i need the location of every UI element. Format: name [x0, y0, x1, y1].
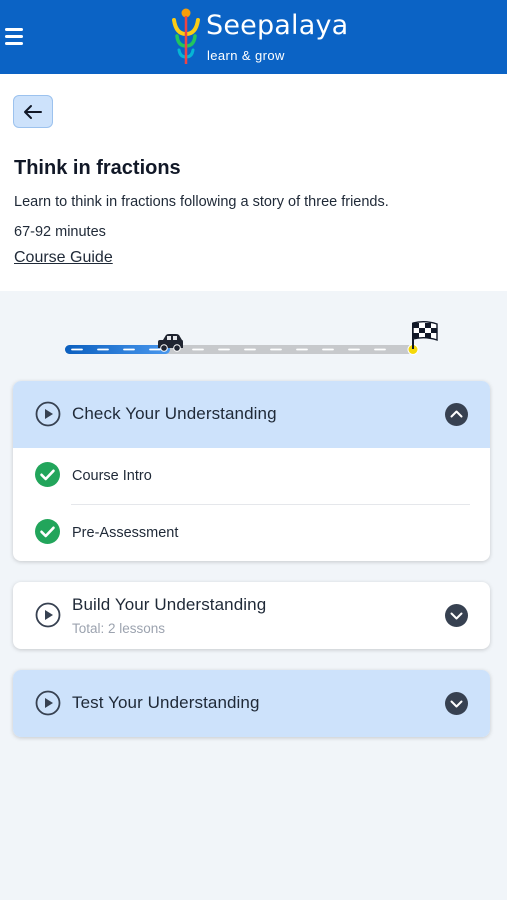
chevron-down-icon[interactable] — [445, 692, 468, 715]
logo[interactable]: Seepalaya learn & grow — [168, 4, 358, 68]
section-title: Build Your Understanding — [72, 595, 267, 614]
checkered-flag-icon — [412, 321, 438, 349]
play-circle-icon — [35, 690, 61, 716]
chevron-down-icon[interactable] — [445, 604, 468, 627]
progress-road — [65, 321, 438, 355]
app-header: Seepalaya learn & grow — [0, 0, 507, 74]
section-header-check-understanding[interactable]: Check Your Understanding — [13, 381, 490, 448]
course-guide-link[interactable]: Course Guide — [14, 249, 113, 267]
brand-name: Seepalaya — [206, 10, 349, 41]
check-circle-icon — [35, 519, 60, 544]
section-check-understanding: Check Your Understanding Course Intro Pr… — [13, 381, 490, 561]
chevron-up-icon[interactable] — [445, 403, 468, 426]
course-description: Learn to think in fractions following a … — [14, 194, 389, 210]
arrow-left-icon — [24, 104, 42, 119]
page-title: Think in fractions — [14, 157, 181, 179]
lesson-label: Pre-Assessment — [72, 525, 179, 541]
course-progress-track — [63, 318, 443, 360]
lesson-item-pre-assessment[interactable]: Pre-Assessment — [13, 505, 490, 561]
play-circle-icon — [35, 602, 61, 628]
section-build-understanding: Build Your Understanding Total: 2 lesson… — [13, 582, 490, 649]
back-button[interactable] — [13, 95, 53, 128]
section-subtitle: Total: 2 lessons — [72, 621, 166, 636]
course-header: Think in fractions Learn to think in fra… — [0, 74, 507, 291]
course-duration: 67-92 minutes — [14, 224, 106, 240]
hamburger-icon[interactable] — [5, 28, 25, 46]
check-circle-icon — [35, 462, 60, 487]
lesson-label: Course Intro — [72, 468, 152, 484]
lesson-item-course-intro[interactable]: Course Intro — [13, 448, 490, 504]
section-test-understanding: Test Your Understanding — [13, 670, 490, 737]
play-circle-icon — [35, 401, 61, 427]
section-title: Check Your Understanding — [72, 404, 277, 423]
section-header-build-understanding[interactable]: Build Your Understanding Total: 2 lesson… — [13, 582, 490, 649]
section-title: Test Your Understanding — [72, 693, 260, 712]
brand-tagline: learn & grow — [207, 48, 285, 63]
section-header-test-understanding[interactable]: Test Your Understanding — [13, 670, 490, 737]
logo-mark-icon — [172, 8, 200, 64]
